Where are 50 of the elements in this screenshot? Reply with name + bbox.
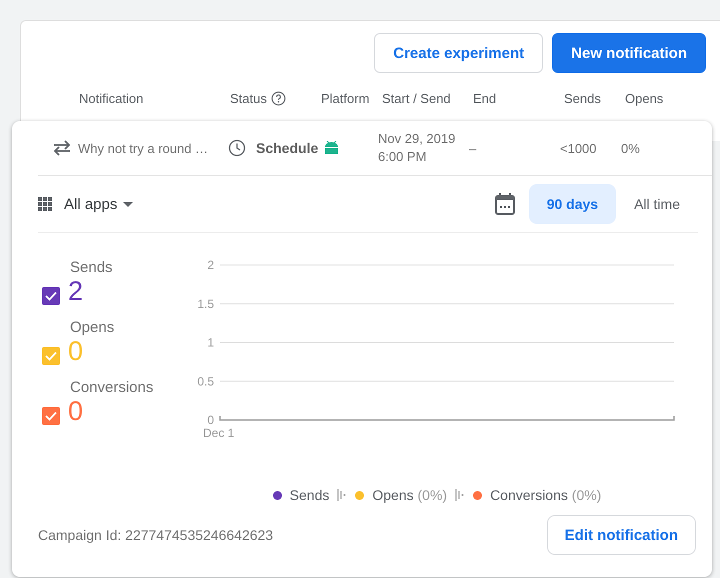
metric-label: Opens xyxy=(69,319,116,336)
metric-value: 2 xyxy=(68,276,84,307)
apps-grid-icon xyxy=(38,197,52,211)
repeat-icon xyxy=(52,139,72,157)
legend-label: Conversions (0%) xyxy=(490,487,602,503)
metric-value: 0 xyxy=(68,336,84,367)
status-text: Schedule xyxy=(256,140,318,156)
metric-value: 0 xyxy=(68,396,84,427)
column-header: Opens xyxy=(625,90,664,106)
metric-label: Sends xyxy=(69,259,114,276)
range-tab[interactable]: 90 days xyxy=(528,184,616,224)
checkmark-icon xyxy=(45,350,57,360)
column-header: Start / Send xyxy=(382,90,451,106)
column-header: Notification xyxy=(79,90,144,106)
separator-icon xyxy=(337,489,348,501)
end-text: – xyxy=(469,140,476,156)
checkmark-icon xyxy=(45,410,57,420)
android-icon xyxy=(324,141,340,155)
column-header: Sends xyxy=(564,90,601,106)
app-selector[interactable]: All apps xyxy=(56,196,134,212)
table-row[interactable]: Why not try a round … Schedule Nov 29, 2019 6:00 PM – <1000 0% xyxy=(38,121,712,176)
legend-label: Sends xyxy=(290,487,330,503)
y-tick-label: 2 xyxy=(207,258,214,272)
clock-icon xyxy=(228,139,246,157)
y-tick-label: 0.5 xyxy=(197,374,214,388)
metric-checkbox[interactable] xyxy=(42,406,60,424)
sends-text: <1000 xyxy=(560,140,597,156)
opens-text: 0% xyxy=(621,140,640,156)
campaign-id-text: Campaign Id: 2277474535246642623 xyxy=(38,527,274,543)
checkmark-icon xyxy=(45,290,57,300)
x-tick-label: Dec 1 xyxy=(203,426,234,440)
edit-notification-button[interactable]: Edit notification xyxy=(546,515,696,555)
legend-label: Opens (0%) xyxy=(372,487,448,503)
y-tick-label: 1.5 xyxy=(197,296,214,311)
y-tick-label: 0 xyxy=(207,413,214,427)
separator-icon xyxy=(455,489,466,501)
column-header: Status xyxy=(230,90,267,106)
new-notification-button[interactable]: New notification xyxy=(552,33,706,73)
range-tab[interactable]: All time xyxy=(616,184,698,224)
start-date-text: Nov 29, 2019 6:00 PM xyxy=(378,130,456,166)
column-header: End xyxy=(473,90,496,106)
column-header: Platform xyxy=(321,90,370,106)
create-experiment-button[interactable]: Create experiment xyxy=(374,33,544,73)
metric-label: Conversions xyxy=(69,379,154,396)
y-tick-label: 1 xyxy=(207,336,214,350)
caret-icon xyxy=(123,202,134,206)
notification-text: Why not try a round … xyxy=(78,140,208,156)
metric-checkbox[interactable] xyxy=(42,286,60,304)
help-icon[interactable] xyxy=(270,90,286,106)
calendar-icon[interactable] xyxy=(494,193,515,215)
